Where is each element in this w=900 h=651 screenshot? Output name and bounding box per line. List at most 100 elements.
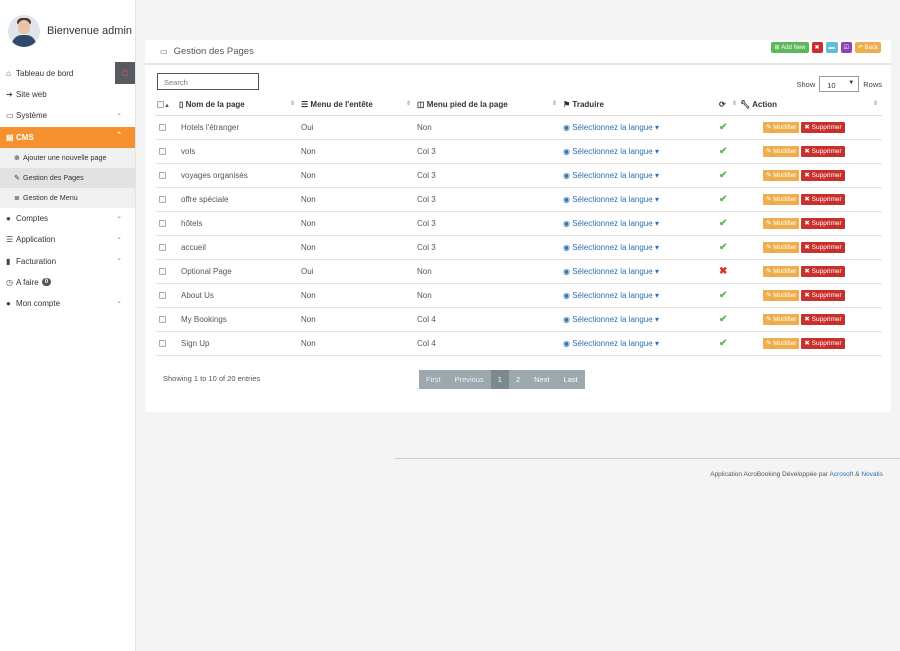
row-checkbox[interactable] <box>159 267 166 275</box>
delete-button[interactable]: ✖ Supprimer <box>801 313 845 325</box>
edit-button[interactable]: ✎ Modifier <box>763 217 800 229</box>
delete-button[interactable]: ✖ Supprimer <box>801 121 845 133</box>
language-dropdown[interactable]: ◉ Sélectionnez la langue ▾ <box>563 219 659 228</box>
back-button[interactable]: ↶ Back <box>854 42 881 53</box>
add-new-button[interactable]: ⊞ Add New <box>771 42 809 53</box>
check-icon[interactable]: ✔ <box>719 314 727 325</box>
language-dropdown[interactable]: ◉ Sélectionnez la langue ▾ <box>563 147 659 156</box>
avatar[interactable] <box>8 15 40 47</box>
sidebar-subitem-manage-pages[interactable]: ✎ Gestion des Pages <box>0 167 135 188</box>
edit-button[interactable]: ✎ Modifier <box>763 337 800 349</box>
file-icon: ▮ <box>6 256 11 266</box>
delete-button[interactable]: ✖ Supprimer <box>801 289 845 301</box>
sidebar-item-system[interactable]: ▭ Système ⌄ <box>0 105 135 126</box>
select-all-checkbox[interactable] <box>157 101 164 109</box>
language-dropdown[interactable]: ◉ Sélectionnez la langue ▾ <box>563 243 659 252</box>
footer-link-novatis[interactable]: Novatis <box>861 471 883 478</box>
row-checkbox[interactable] <box>159 291 166 299</box>
language-dropdown[interactable]: ◉ Sélectionnez la langue ▾ <box>563 195 659 204</box>
sidebar-item-dashboard[interactable]: ⌂ Tableau de bord ⏻ <box>0 62 135 84</box>
row-checkbox[interactable] <box>159 315 166 323</box>
edit-label: Modifier <box>773 171 797 179</box>
edit-button[interactable]: ✎ Modifier <box>763 265 800 277</box>
check-icon[interactable]: ✔ <box>719 146 727 157</box>
delete-button[interactable]: ✖ Supprimer <box>801 145 845 157</box>
sidebar-item-cms[interactable]: ▤ CMS ⌃ <box>0 126 135 148</box>
delete-button[interactable]: ✖ Supprimer <box>801 169 845 181</box>
language-dropdown[interactable]: ◉ Sélectionnez la langue ▾ <box>563 291 659 300</box>
edit-button[interactable]: ✎ Modifier <box>763 121 800 133</box>
close-icon: ✖ <box>804 147 812 155</box>
pagination-previous[interactable]: Previous <box>447 370 491 389</box>
rows-select[interactable]: 10 ▼ <box>819 76 860 92</box>
sidebar-item-application[interactable]: ☰ Application ⌄ <box>0 229 135 250</box>
col-header-menu[interactable]: ☰ Menu de l'entête ⇕ <box>299 94 415 116</box>
language-dropdown[interactable]: ◉ Sélectionnez la langue ▾ <box>563 339 659 348</box>
check-icon[interactable]: ✔ <box>719 218 727 229</box>
delete-button[interactable]: ✖ Supprimer <box>801 337 845 349</box>
edit-button[interactable]: ✎ Modifier <box>763 289 800 301</box>
chevron-down-icon: ⌄ <box>116 110 122 118</box>
footer-link-acrosoft[interactable]: Acrosoft <box>830 471 854 478</box>
delete-button[interactable]: ✖ Supprimer <box>801 193 845 205</box>
col-translate[interactable]: ⚑ Traduire <box>561 94 717 116</box>
edit-button[interactable]: ✎ Modifier <box>763 193 800 205</box>
sidebar-item-label: Comptes <box>16 214 49 224</box>
sidebar-subitem-add-page[interactable]: ⊕ Ajouter une nouvelle page <box>0 147 135 168</box>
edit-button[interactable]: ✎ Modifier <box>763 145 800 157</box>
edit-button[interactable]: ✎ Modifier <box>763 169 800 181</box>
check-icon[interactable]: ✔ <box>719 242 727 253</box>
pagination-first[interactable]: First <box>419 370 448 389</box>
check-icon[interactable]: ✔ <box>719 194 727 205</box>
pagination-page-1[interactable]: 1 <box>490 370 509 389</box>
delete-button[interactable]: ✖ Supprimer <box>801 265 845 277</box>
check-icon[interactable]: ✔ <box>719 290 727 301</box>
row-checkbox[interactable] <box>159 147 166 155</box>
sidebar-item-todo[interactable]: ◷ A faire 0 <box>0 272 135 293</box>
language-dropdown[interactable]: ◉ Sélectionnez la langue ▾ <box>563 123 659 132</box>
user-panel: Bienvenue admin <box>0 0 135 62</box>
language-dropdown[interactable]: ◉ Sélectionnez la langue ▾ <box>563 315 659 324</box>
edit-button[interactable]: ✎ Modifier <box>763 313 800 325</box>
globe-icon: ◉ <box>563 122 573 132</box>
cell-footer-menu: Col 3 <box>415 211 561 236</box>
pagination-last[interactable]: Last <box>556 370 585 389</box>
close-icon: ✖ <box>804 291 812 299</box>
page-title: Gestion des Pages <box>173 46 254 57</box>
delete-button[interactable]: ✖ Supprimer <box>801 241 845 253</box>
col-name[interactable]: ▯ Nom de la page ⇕ <box>177 94 299 116</box>
row-checkbox[interactable] <box>159 123 166 131</box>
row-checkbox[interactable] <box>159 219 166 227</box>
check-icon[interactable]: ✔ <box>719 170 727 181</box>
edit-button[interactable]: ✎ Modifier <box>763 241 800 253</box>
delete-selected-button[interactable]: ✖ <box>811 42 823 53</box>
minimize-button[interactable]: ▬ <box>825 42 838 53</box>
language-dropdown[interactable]: ◉ Sélectionnez la langue ▾ <box>563 267 659 276</box>
cross-icon[interactable]: ✖ <box>719 266 727 277</box>
language-dropdown[interactable]: ◉ Sélectionnez la langue ▾ <box>563 171 659 180</box>
row-checkbox[interactable] <box>159 339 166 347</box>
row-checkbox[interactable] <box>159 243 166 251</box>
sidebar-item-my-account[interactable]: ● Mon compte ⌄ <box>0 293 135 314</box>
close-icon: ✖ <box>804 315 812 323</box>
search-input[interactable]: Search <box>157 73 259 90</box>
row-checkbox[interactable] <box>159 195 166 203</box>
sidebar-item-website[interactable]: ➔ Site web <box>0 84 135 105</box>
col-footer-menu[interactable]: ◫ Menu pied de la page ⇕ <box>415 94 561 116</box>
check-icon[interactable]: ✔ <box>719 338 727 349</box>
laptop-icon: ▭ <box>6 111 14 121</box>
sidebar-item-accounts[interactable]: ● Comptes ⌄ <box>0 208 135 229</box>
power-icon[interactable]: ⏻ <box>115 62 135 84</box>
delete-button[interactable]: ✖ Supprimer <box>801 217 845 229</box>
pagination-next[interactable]: Next <box>527 370 557 389</box>
cell-translate: ◉ Sélectionnez la langue ▾ <box>561 187 717 212</box>
cell-translate: ◉ Sélectionnez la langue ▾ <box>561 259 717 284</box>
sidebar-item-billing[interactable]: ▮ Facturation ⌄ <box>0 250 135 271</box>
select-all-button[interactable]: ☑ <box>840 42 852 53</box>
col-status[interactable]: ⟳ ⇕ <box>717 94 738 116</box>
row-checkbox[interactable] <box>159 171 166 179</box>
sidebar-subitem-manage-menu[interactable]: ≣ Gestion de Menu <box>0 187 135 208</box>
check-icon[interactable]: ✔ <box>719 122 727 133</box>
col-action[interactable]: 🔧︎ Action ⇕ <box>738 94 882 116</box>
pagination-page-2[interactable]: 2 <box>508 370 528 389</box>
